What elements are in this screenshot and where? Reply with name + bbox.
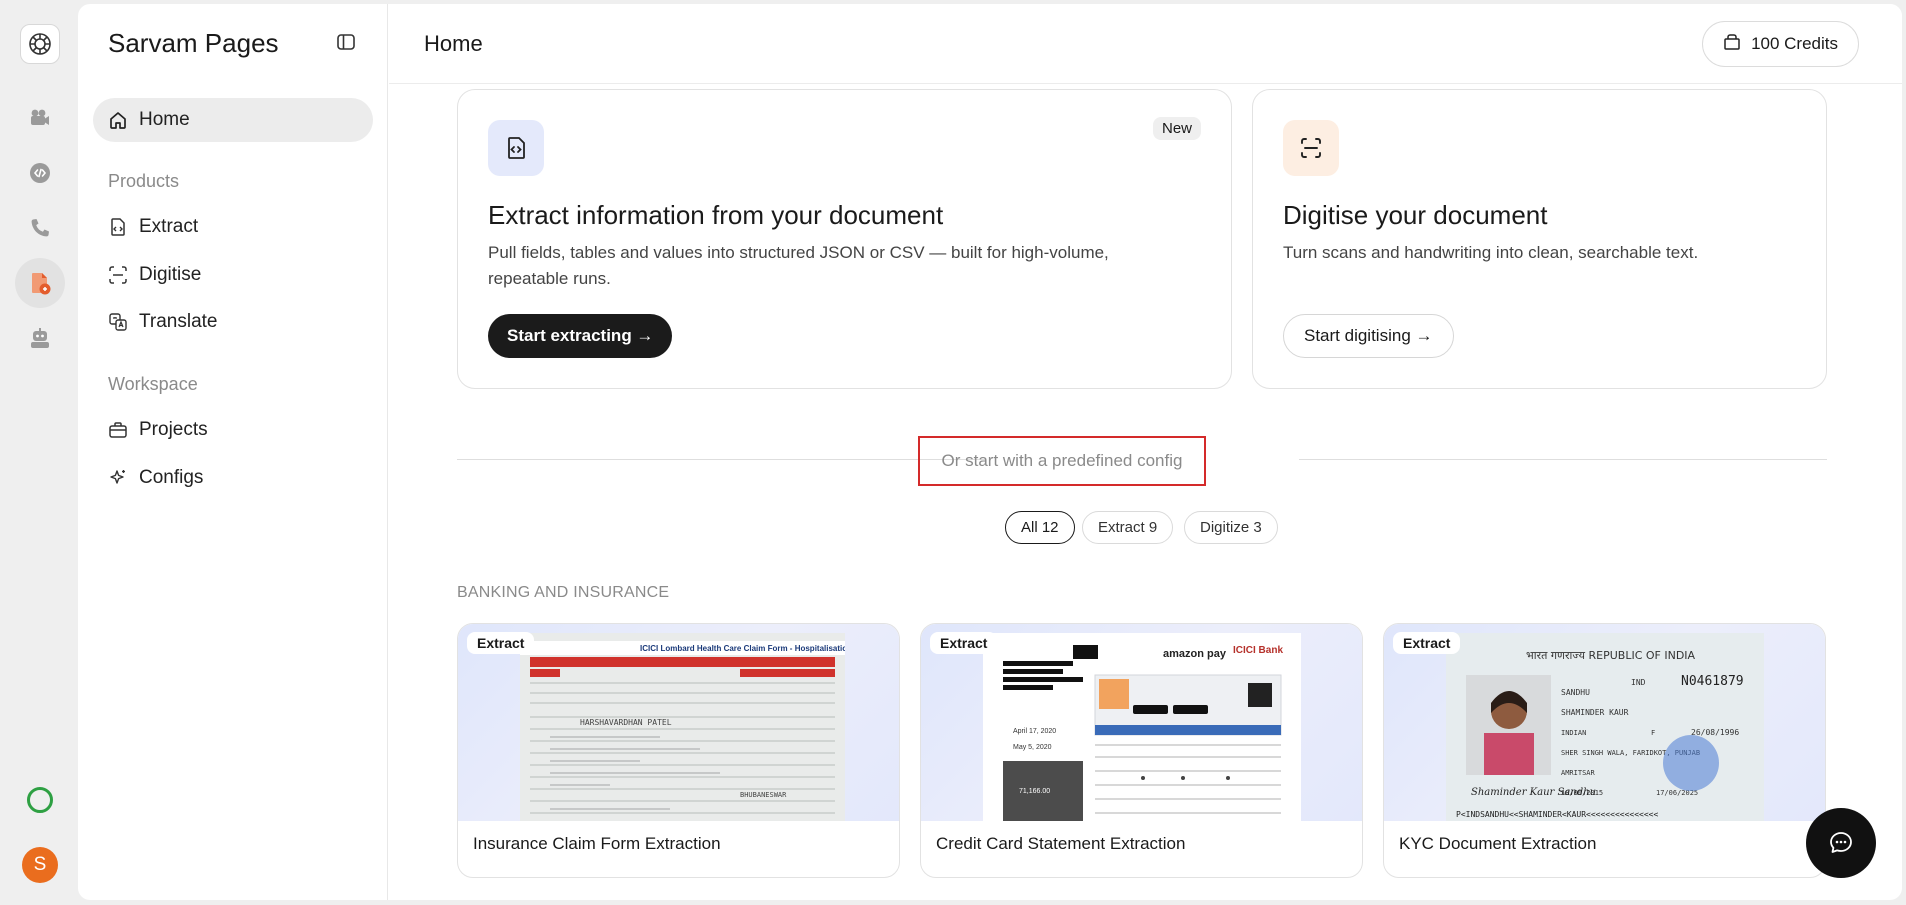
start-digitising-button[interactable]: Start digitising → <box>1283 314 1454 358</box>
config-tag: Extract <box>930 632 998 654</box>
config-title: Credit Card Statement Extraction <box>936 834 1186 853</box>
statement-date-1: April 17, 2020 <box>1013 728 1056 735</box>
video-camera-icon[interactable] <box>15 93 65 143</box>
page-title: Home <box>424 31 483 56</box>
sidebar-item-configs[interactable]: Configs <box>93 456 373 500</box>
code-icon[interactable] <box>15 148 65 198</box>
wallet-icon <box>1723 33 1741 56</box>
config-tag: Extract <box>1393 632 1461 654</box>
passport-image: भारत गणराज्य REPUBLIC OF INDIA N0461879 … <box>1446 633 1764 821</box>
sidebar-item-home[interactable]: Home <box>93 98 373 142</box>
passport-given: SHAMINDER KAUR <box>1561 708 1629 717</box>
top-header: Home 100 Credits <box>389 4 1902 84</box>
statement-date-2: May 5, 2020 <box>1013 744 1052 751</box>
config-title: Insurance Claim Form Extraction <box>473 834 721 853</box>
config-card-credit-card[interactable]: amazon pay ICICI Bank April 17, 2020 May… <box>920 623 1363 878</box>
digitise-card[interactable]: Digitise your document Turn scans and ha… <box>1252 89 1827 389</box>
passport-dob: 26/08/1996 <box>1691 728 1739 737</box>
sidebar-item-extract[interactable]: Extract <box>93 205 373 249</box>
digitise-card-title: Digitise your document <box>1283 200 1548 230</box>
extract-doc-icon <box>488 120 544 176</box>
section-heading: BANKING AND INSURANCE <box>457 584 670 601</box>
passport-nationality: INDIAN <box>1561 729 1586 737</box>
sidebar: Sarvam Pages Home Products Extract Digit… <box>78 4 388 900</box>
sidebar-item-label: Extract <box>139 216 199 237</box>
statement-image: amazon pay ICICI Bank April 17, 2020 May… <box>983 633 1301 821</box>
brand-name: Sarvam Pages <box>108 28 279 58</box>
statement-amount: 71,166.00 <box>1019 788 1050 795</box>
passport-sex: F <box>1651 729 1655 737</box>
home-icon <box>107 109 129 131</box>
extract-icon <box>107 216 129 238</box>
sidebar-item-label: Translate <box>139 311 218 332</box>
workspace-section-label: Workspace <box>108 374 198 394</box>
credits-label: 100 Credits <box>1751 34 1838 53</box>
config-tag: Extract <box>467 632 535 654</box>
passport-header: भारत गणराज्य REPUBLIC OF INDIA <box>1526 649 1696 662</box>
sidebar-item-label: Configs <box>139 467 204 488</box>
passport-mrz: P<INDSANDHU<<SHAMINDER<KAUR<<<<<<<<<<<<<… <box>1456 810 1658 819</box>
sidebar-item-label: Home <box>139 109 190 130</box>
sparkle-icon <box>107 467 129 489</box>
extract-card[interactable]: New Extract information from your docume… <box>457 89 1232 389</box>
passport-number: N0461879 <box>1681 674 1744 689</box>
config-title: KYC Document Extraction <box>1399 834 1597 853</box>
digitise-card-description: Turn scans and handwriting into clean, s… <box>1283 243 1699 262</box>
start-extracting-button[interactable]: Start extracting → <box>488 314 673 358</box>
sidebar-item-label: Projects <box>139 419 208 440</box>
new-badge: New <box>1152 117 1201 140</box>
extract-card-description: Pull fields, tables and values into stru… <box>488 240 1109 292</box>
description-line: Pull fields, tables and values into stru… <box>488 243 1109 262</box>
chat-bubble-icon[interactable] <box>1806 808 1876 878</box>
config-card-insurance-claim[interactable]: ICICI Lombard Health Care Claim Form - H… <box>457 623 900 878</box>
passport-surname: SANDHU <box>1561 688 1590 697</box>
filter-all[interactable]: All 12 <box>1005 511 1075 544</box>
sidebar-item-translate[interactable]: Translate <box>93 300 373 344</box>
passport-signature: Shaminder Kaur Sandhu <box>1471 787 1596 798</box>
robot-icon[interactable] <box>15 313 65 363</box>
sidebar-item-digitise[interactable]: Digitise <box>93 253 373 297</box>
claim-header-text: ICICI Lombard Health Care Claim Form - H… <box>640 644 845 653</box>
description-line: repeatable runs. <box>488 269 611 288</box>
translate-icon <box>107 311 129 333</box>
phone-icon[interactable] <box>15 203 65 253</box>
predefined-config-label: Or start with a predefined config <box>918 436 1206 486</box>
config-card-kyc[interactable]: भारत गणराज्य REPUBLIC OF INDIA N0461879 … <box>1383 623 1826 878</box>
claim-place-text: BHUBANESWAR <box>740 791 787 799</box>
extract-card-title: Extract information from your document <box>488 200 944 230</box>
scan-icon <box>107 264 129 286</box>
scan-doc-icon <box>1283 120 1339 176</box>
products-section-label: Products <box>108 171 180 191</box>
filter-digitize[interactable]: Digitize 3 <box>1184 511 1278 544</box>
avatar[interactable]: S <box>22 847 58 883</box>
divider-line-right <box>1299 459 1827 460</box>
divider-line-left <box>457 459 985 460</box>
statement-brand-amazon: amazon pay <box>1163 648 1227 660</box>
statement-brand-icici: ICICI Bank <box>1233 645 1283 656</box>
claim-name-text: HARSHAVARDHAN PATEL <box>580 718 672 727</box>
passport-code: IND <box>1631 678 1646 687</box>
status-indicator-icon <box>27 787 53 813</box>
briefcase-icon <box>107 419 129 441</box>
claim-form-image: ICICI Lombard Health Care Claim Form - H… <box>520 633 845 821</box>
sidebar-item-label: Digitise <box>139 264 202 285</box>
document-icon[interactable] <box>15 258 65 308</box>
sarvam-logo-icon[interactable] <box>20 24 60 64</box>
sidebar-item-projects[interactable]: Projects <box>93 408 373 452</box>
passport-poi: AMRITSAR <box>1561 769 1596 777</box>
credits-button[interactable]: 100 Credits <box>1702 21 1859 67</box>
filter-extract[interactable]: Extract 9 <box>1082 511 1174 544</box>
sidebar-toggle-icon[interactable] <box>336 32 356 57</box>
icon-rail: S <box>0 0 78 905</box>
